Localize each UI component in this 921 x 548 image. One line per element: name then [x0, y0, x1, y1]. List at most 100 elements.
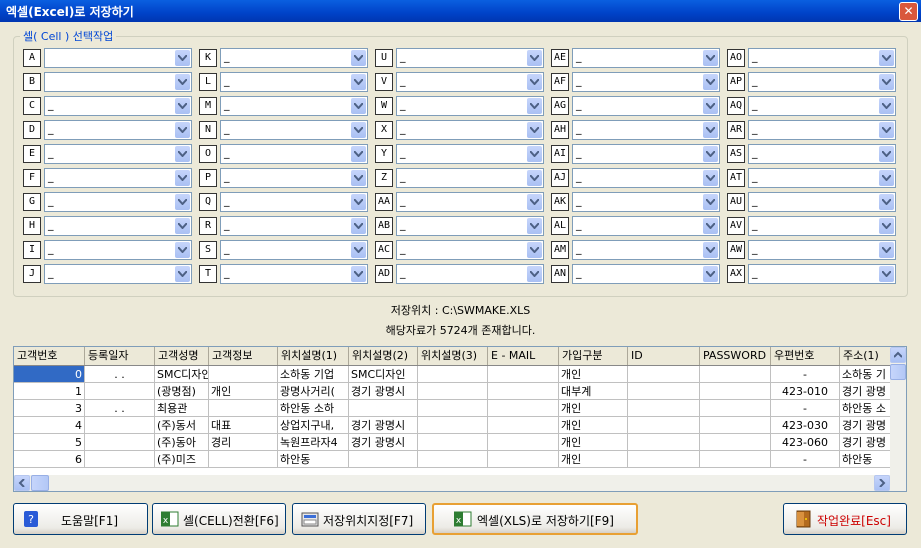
table-cell[interactable]: (주)동아: [155, 434, 209, 451]
cell-field-dropdown[interactable]: _: [220, 264, 368, 284]
scroll-right-button[interactable]: [874, 475, 890, 491]
column-header[interactable]: 주소(1): [840, 347, 897, 365]
table-cell[interactable]: 3: [14, 400, 85, 417]
chevron-down-icon[interactable]: [527, 122, 542, 138]
chevron-down-icon[interactable]: [175, 194, 190, 210]
chevron-down-icon[interactable]: [879, 122, 894, 138]
cell-field-dropdown[interactable]: [44, 48, 192, 68]
table-cell[interactable]: 대표: [209, 417, 278, 434]
cell-convert-button[interactable]: x 셀(CELL)전환[F6]: [152, 503, 286, 535]
cell-field-dropdown[interactable]: _: [396, 48, 544, 68]
chevron-down-icon[interactable]: [351, 74, 366, 90]
table-cell[interactable]: (주)동서: [155, 417, 209, 434]
cell-field-dropdown[interactable]: _: [44, 168, 192, 188]
table-cell[interactable]: SMC디자인: [155, 366, 209, 383]
column-header[interactable]: 위치설명(3): [418, 347, 488, 365]
table-cell[interactable]: [85, 417, 155, 434]
table-cell[interactable]: [418, 434, 488, 451]
cell-field-dropdown[interactable]: _: [220, 192, 368, 212]
table-cell[interactable]: 하안동: [278, 451, 349, 468]
table-cell[interactable]: 개인: [559, 366, 628, 383]
chevron-down-icon[interactable]: [175, 74, 190, 90]
chevron-down-icon[interactable]: [175, 50, 190, 66]
chevron-down-icon[interactable]: [175, 122, 190, 138]
cell-field-dropdown[interactable]: _: [220, 48, 368, 68]
cell-field-dropdown[interactable]: _: [220, 168, 368, 188]
chevron-down-icon[interactable]: [879, 170, 894, 186]
table-cell[interactable]: 개인: [559, 400, 628, 417]
chevron-down-icon[interactable]: [175, 146, 190, 162]
table-cell[interactable]: 경기 광명시: [349, 434, 418, 451]
column-header[interactable]: 고객성명: [155, 347, 209, 365]
table-cell[interactable]: [209, 400, 278, 417]
cell-field-dropdown[interactable]: _: [572, 192, 720, 212]
cell-field-dropdown[interactable]: _: [572, 264, 720, 284]
chevron-down-icon[interactable]: [703, 194, 718, 210]
table-row[interactable]: 4 (주)동서 대표 상업지구내, 경기 광명시 개인 423-030 경기 광명: [14, 417, 897, 434]
cell-field-dropdown[interactable]: _: [44, 192, 192, 212]
chevron-down-icon[interactable]: [527, 98, 542, 114]
chevron-down-icon[interactable]: [703, 98, 718, 114]
chevron-down-icon[interactable]: [527, 242, 542, 258]
cell-field-dropdown[interactable]: _: [44, 96, 192, 116]
scroll-up-button[interactable]: [890, 347, 906, 363]
table-cell[interactable]: 1: [14, 383, 85, 400]
table-cell[interactable]: 하안동 소: [840, 400, 897, 417]
chevron-down-icon[interactable]: [175, 266, 190, 282]
cell-field-dropdown[interactable]: _: [572, 72, 720, 92]
table-cell[interactable]: 소하동 기: [840, 366, 897, 383]
table-cell[interactable]: -: [771, 366, 840, 383]
chevron-down-icon[interactable]: [351, 242, 366, 258]
cell-field-dropdown[interactable]: _: [220, 120, 368, 140]
table-cell[interactable]: 경기 광명: [840, 434, 897, 451]
table-cell[interactable]: 소하동 기업: [278, 366, 349, 383]
cell-field-dropdown[interactable]: _: [748, 264, 896, 284]
column-header[interactable]: E - MAIL: [488, 347, 559, 365]
chevron-down-icon[interactable]: [351, 146, 366, 162]
cell-field-dropdown[interactable]: _: [396, 72, 544, 92]
table-cell[interactable]: [418, 417, 488, 434]
column-header[interactable]: ID: [628, 347, 700, 365]
cell-field-dropdown[interactable]: _: [220, 240, 368, 260]
save-xls-button[interactable]: x 엑셀(XLS)로 저장하기[F9]: [432, 503, 638, 535]
table-cell[interactable]: -: [771, 451, 840, 468]
column-header[interactable]: 위치설명(1): [278, 347, 349, 365]
cell-field-dropdown[interactable]: _: [220, 144, 368, 164]
table-cell[interactable]: 개인: [559, 451, 628, 468]
chevron-down-icon[interactable]: [351, 266, 366, 282]
chevron-down-icon[interactable]: [351, 50, 366, 66]
table-cell[interactable]: [418, 451, 488, 468]
chevron-down-icon[interactable]: [703, 170, 718, 186]
column-header[interactable]: PASSWORD: [700, 347, 771, 365]
cell-field-dropdown[interactable]: _: [396, 168, 544, 188]
table-cell[interactable]: 광명사거리(: [278, 383, 349, 400]
chevron-down-icon[interactable]: [879, 50, 894, 66]
horizontal-scroll-thumb[interactable]: [31, 475, 49, 491]
table-cell[interactable]: [488, 434, 559, 451]
table-cell[interactable]: [700, 400, 771, 417]
table-cell[interactable]: 0: [14, 366, 85, 383]
chevron-down-icon[interactable]: [175, 242, 190, 258]
table-cell[interactable]: [209, 451, 278, 468]
table-cell[interactable]: 423-010: [771, 383, 840, 400]
table-row[interactable]: 1 (광명점) 개인 광명사거리(경기 광명시 대부계 423-010 경기 광명: [14, 383, 897, 400]
table-cell[interactable]: 최용관: [155, 400, 209, 417]
chevron-down-icon[interactable]: [351, 218, 366, 234]
table-row[interactable]: 5 (주)동아 경리 녹원프라자4 경기 광명시 개인 423-060 경기 광명: [14, 434, 897, 451]
table-cell[interactable]: 경리: [209, 434, 278, 451]
chevron-down-icon[interactable]: [879, 74, 894, 90]
chevron-down-icon[interactable]: [351, 170, 366, 186]
table-cell[interactable]: [700, 451, 771, 468]
done-button[interactable]: 작업완료[Esc]: [783, 503, 907, 535]
scroll-left-button[interactable]: [14, 475, 30, 491]
table-cell[interactable]: -: [771, 400, 840, 417]
table-cell[interactable]: [700, 383, 771, 400]
chevron-down-icon[interactable]: [703, 242, 718, 258]
chevron-down-icon[interactable]: [527, 218, 542, 234]
column-header[interactable]: 등록일자: [85, 347, 155, 365]
table-row[interactable]: 3. . 최용관 하안동 소하 개인 - 하안동 소: [14, 400, 897, 417]
chevron-down-icon[interactable]: [351, 194, 366, 210]
chevron-down-icon[interactable]: [527, 266, 542, 282]
cell-field-dropdown[interactable]: _: [396, 216, 544, 236]
chevron-down-icon[interactable]: [175, 170, 190, 186]
